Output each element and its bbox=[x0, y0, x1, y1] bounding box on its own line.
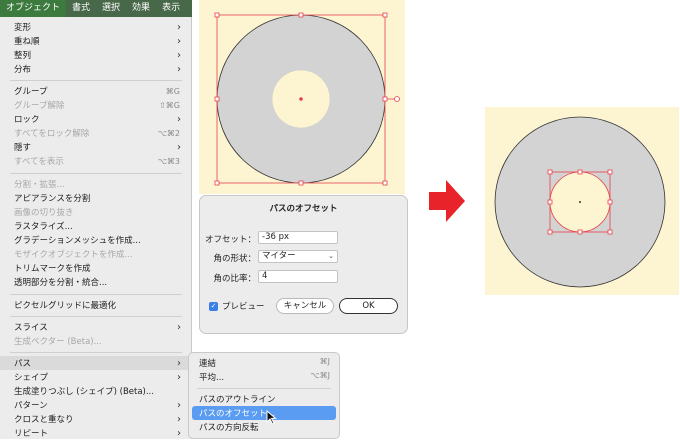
menu-separator bbox=[10, 316, 182, 317]
menu-item-arrange[interactable]: 重ね順 › bbox=[0, 34, 190, 48]
menu-item-shape[interactable]: シェイプ › bbox=[0, 370, 190, 384]
center-point bbox=[579, 201, 581, 203]
chevron-right-icon: › bbox=[177, 35, 181, 47]
chevron-down-icon: ⌄ bbox=[328, 252, 334, 260]
offset-label: オフセット： bbox=[204, 235, 256, 245]
chevron-right-icon: › bbox=[177, 371, 181, 383]
right-arrow-icon bbox=[429, 180, 465, 222]
submenu-item-offset-path[interactable]: パスのオフセット... bbox=[192, 406, 336, 420]
menu-separator bbox=[10, 352, 182, 353]
center-point bbox=[299, 97, 303, 101]
menu-item-flatten-transparency[interactable]: 透明部分を分割・統合... bbox=[0, 275, 190, 289]
menu-item-unlock-all: すべてをロック解除 ⌥⌘2 bbox=[14, 128, 180, 140]
menu-item-align[interactable]: 整列 › bbox=[0, 48, 190, 62]
menu-item-crop-image: 画像の切り抜き bbox=[14, 208, 74, 218]
chevron-right-icon: › bbox=[177, 113, 181, 125]
menubar-item-view[interactable]: 表示 bbox=[156, 0, 186, 17]
menu-item-generative-vector: 生成ベクター (Beta)... bbox=[14, 337, 102, 347]
menu-item-transform[interactable]: 変形 › bbox=[0, 20, 190, 34]
preview-checkbox[interactable]: ✓ bbox=[209, 301, 218, 311]
chevron-right-icon: › bbox=[177, 413, 181, 425]
artboard-after bbox=[485, 107, 679, 295]
miter-limit-label: 角の比率： bbox=[213, 274, 256, 284]
menu-item-pattern[interactable]: パターン › bbox=[0, 398, 190, 412]
mouse-pointer-icon bbox=[266, 410, 277, 425]
submenu-item-outline-stroke[interactable]: パスのアウトライン bbox=[192, 392, 336, 406]
join-select-value: マイター bbox=[262, 251, 296, 261]
chevron-right-icon: › bbox=[177, 141, 181, 153]
menu-item-hide[interactable]: 隠す › bbox=[0, 140, 190, 154]
menu-item-expand: 分割・拡張... bbox=[14, 180, 65, 190]
dialog-title: パスのオフセット bbox=[269, 204, 338, 214]
miter-limit-input[interactable]: 4 bbox=[258, 270, 338, 283]
menu-item-intertwine[interactable]: クロスと重なり › bbox=[0, 412, 190, 426]
join-select[interactable]: マイター ⌄ bbox=[258, 250, 338, 263]
menu-item-group[interactable]: グループ ⌘G bbox=[0, 84, 190, 98]
chevron-right-icon: › bbox=[177, 21, 181, 33]
menu-item-pixel-grid[interactable]: ピクセルグリッドに最適化 bbox=[0, 298, 190, 312]
chevron-right-icon: › bbox=[177, 49, 181, 61]
menu-separator bbox=[197, 388, 331, 389]
offset-path-dialog: パスのオフセット オフセット： -36 px 角の形状： マイター ⌄ 角の比率… bbox=[199, 195, 408, 334]
path-submenu: 連結 ⌘J 平均... ⌥⌘J パスのアウトライン パスのオフセット... パスの方… bbox=[188, 352, 340, 439]
rotate-handle[interactable] bbox=[394, 96, 400, 102]
menu-separator bbox=[10, 173, 182, 174]
menu-item-rasterize[interactable]: ラスタライズ... bbox=[0, 219, 190, 233]
menu-item-mosaic: モザイクオブジェクトを作成... bbox=[14, 250, 133, 260]
ok-button[interactable]: OK bbox=[339, 298, 398, 314]
menu-item-expand-appearance[interactable]: アピアランスを分割 bbox=[0, 191, 190, 205]
menu-separator bbox=[10, 294, 182, 295]
menubar-item-effect[interactable]: 効果 bbox=[126, 0, 156, 17]
preview-row: ✓ プレビュー bbox=[209, 300, 265, 312]
menu-item-lock[interactable]: ロック › bbox=[0, 112, 190, 126]
cancel-button[interactable]: キャンセル bbox=[276, 298, 334, 314]
join-label: 角の形状： bbox=[213, 254, 256, 264]
chevron-right-icon: › bbox=[177, 321, 181, 333]
chevron-right-icon: › bbox=[177, 357, 181, 369]
object-menu: 変形 › 重ね順 › 整列 › 分布 › グループ ⌘G グループ解除 ⇧⌘G ロック › す… bbox=[0, 17, 192, 439]
submenu-item-reverse-path[interactable]: パスの方向反転 bbox=[192, 420, 336, 434]
menubar-item-type[interactable]: 書式 bbox=[66, 0, 96, 17]
menu-item-repeat[interactable]: リピート › bbox=[0, 426, 190, 440]
menu-item-gradient-mesh[interactable]: グラデーションメッシュを作成... bbox=[0, 233, 190, 247]
menubar-item-object[interactable]: オブジェクト bbox=[0, 0, 67, 17]
menu-item-path[interactable]: パス › bbox=[0, 356, 190, 370]
submenu-item-join[interactable]: 連結 ⌘J bbox=[192, 356, 336, 370]
chevron-right-icon: › bbox=[177, 63, 181, 75]
chevron-right-icon: › bbox=[177, 399, 181, 411]
menu-item-slice[interactable]: スライス › bbox=[0, 320, 190, 334]
menu-item-ungroup: グループ解除 ⇧⌘G bbox=[14, 100, 180, 112]
menu-separator bbox=[10, 80, 182, 81]
menu-bar: オブジェクト 書式 選択 効果 表示 bbox=[0, 0, 192, 17]
menu-item-trim-marks[interactable]: トリムマークを作成 bbox=[0, 261, 190, 275]
menu-item-distribute[interactable]: 分布 › bbox=[0, 62, 190, 76]
chevron-right-icon: › bbox=[177, 427, 181, 439]
submenu-item-average[interactable]: 平均... ⌥⌘J bbox=[192, 370, 336, 384]
preview-label: プレビュー bbox=[222, 302, 265, 312]
menu-item-generative-fill[interactable]: 生成塗りつぶし (シェイプ) (Beta)... bbox=[0, 384, 190, 398]
offset-input[interactable]: -36 px bbox=[258, 231, 338, 244]
menubar-item-select[interactable]: 選択 bbox=[96, 0, 126, 17]
checkmark-icon: ✓ bbox=[210, 301, 217, 310]
menu-item-show-all: すべてを表示 ⌥⌘3 bbox=[14, 156, 180, 168]
artboard-before bbox=[199, 0, 405, 194]
